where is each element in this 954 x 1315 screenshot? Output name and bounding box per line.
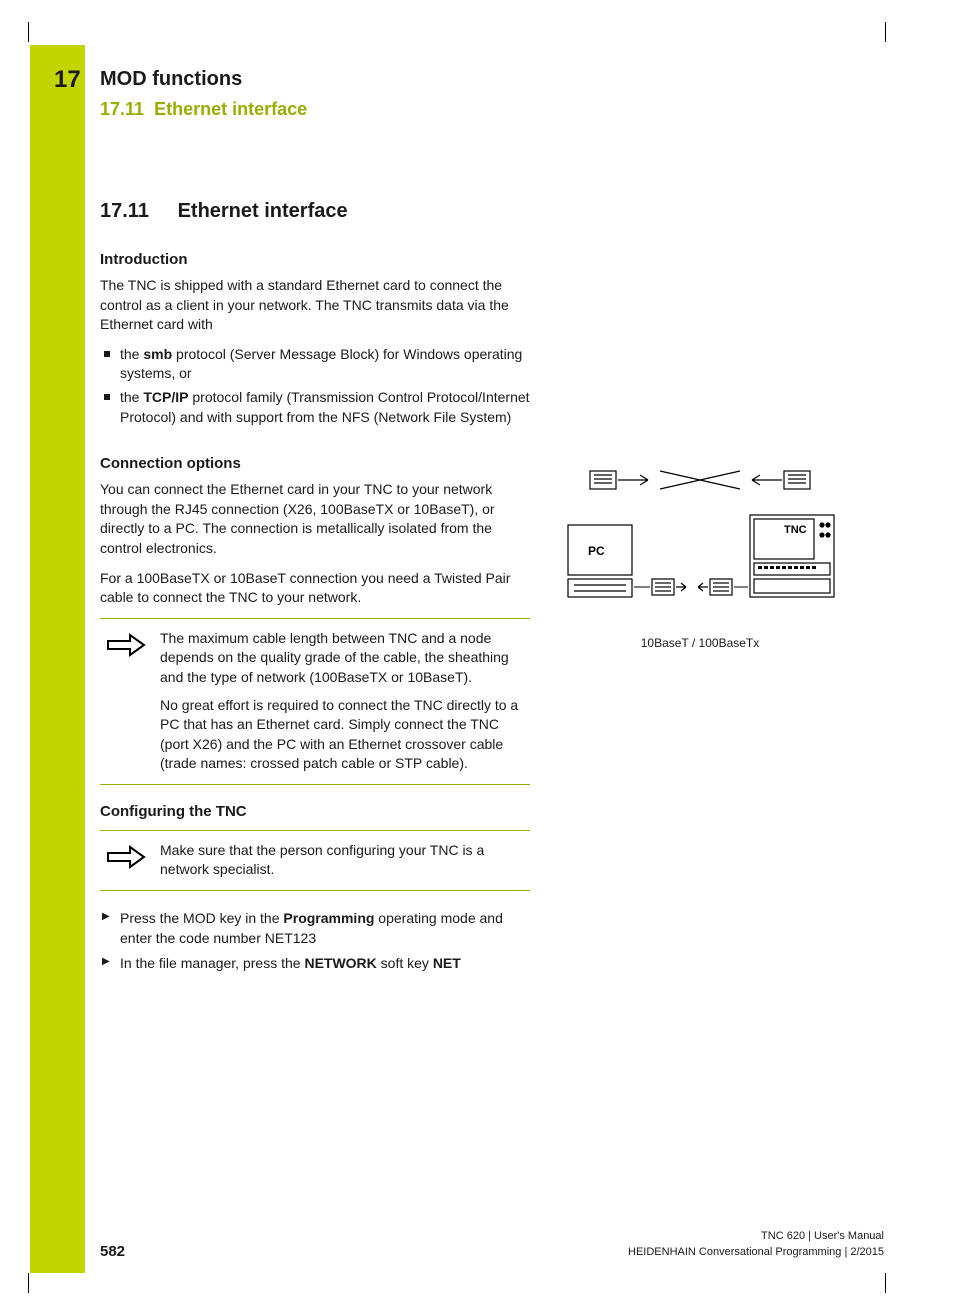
subheading-introduction: Introduction [100, 251, 880, 268]
manual-page: 17 MOD functions 17.11 Ethernet interfac… [0, 0, 954, 1315]
list-item: the smb protocol (Server Message Block) … [100, 345, 530, 384]
page-content: MOD functions 17.11 Ethernet interface 1… [100, 68, 880, 982]
note-text: No great effort is required to connect t… [160, 696, 530, 774]
section-title-text: Ethernet interface [178, 200, 348, 222]
crop-mark [28, 22, 29, 42]
subheading-connection: Connection options [100, 455, 530, 472]
right-column: PC [560, 437, 880, 650]
arrow-icon [100, 841, 160, 880]
note-box: Make sure that the person configuring yo… [100, 830, 530, 891]
paragraph: You can connect the Ethernet card in you… [100, 480, 530, 558]
section-number: 17.11 [100, 99, 144, 119]
note-text: Make sure that the person configuring yo… [160, 841, 530, 880]
paragraph: The TNC is shipped with a standard Ether… [100, 276, 530, 335]
footer-text: TNC 620 | User's Manual HEIDENHAIN Conve… [628, 1229, 884, 1260]
crop-mark [28, 1273, 29, 1293]
step-list: Press the MOD key in the Programming ope… [100, 909, 530, 974]
page-number: 582 [100, 1243, 125, 1260]
list-item: In the file manager, press the NETWORK s… [100, 954, 530, 974]
section-number: 17.11 [100, 200, 172, 223]
tnc-label: TNC [784, 524, 807, 536]
list-item: the TCP/IP protocol family (Transmission… [100, 388, 530, 427]
left-column: Connection options You can connect the E… [100, 437, 530, 982]
connection-diagram: PC [560, 463, 840, 650]
pc-label: PC [588, 544, 605, 558]
note-box: The maximum cable length between TNC and… [100, 618, 530, 785]
page-footer: 582 TNC 620 | User's Manual HEIDENHAIN C… [100, 1229, 884, 1260]
section-heading: 17.11 Ethernet interface [100, 200, 880, 223]
crop-mark [885, 22, 886, 42]
crop-mark [885, 1273, 886, 1293]
list-item: Press the MOD key in the Programming ope… [100, 909, 530, 948]
arrow-icon [100, 629, 160, 774]
chapter-sidebar [30, 45, 85, 1273]
diagram-caption: 10BaseT / 100BaseTx [560, 636, 840, 650]
section-name: Ethernet interface [154, 99, 307, 119]
paragraph: For a 100BaseTX or 10BaseT connection yo… [100, 569, 530, 608]
chapter-title: MOD functions [100, 68, 880, 91]
chapter-number: 17 [54, 66, 81, 94]
chapter-subtitle: 17.11 Ethernet interface [100, 99, 880, 120]
note-text: The maximum cable length between TNC and… [160, 629, 530, 688]
bullet-list: the smb protocol (Server Message Block) … [100, 345, 530, 427]
subheading-configuring: Configuring the TNC [100, 803, 530, 820]
